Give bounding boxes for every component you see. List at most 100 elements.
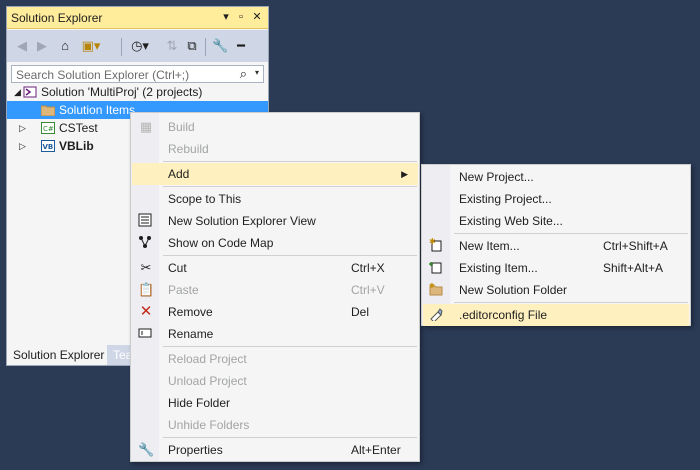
sync-icon[interactable]: ⇅	[165, 38, 179, 54]
menu-item-shortcut: Ctrl+X	[351, 261, 385, 275]
menu-item-cut[interactable]: ✂ Cut Ctrl+X	[132, 257, 418, 279]
collapse-all-icon[interactable]: ⧉	[185, 38, 199, 54]
existing-item-icon	[429, 260, 445, 276]
menu-item-existing-web-site[interactable]: Existing Web Site...	[423, 210, 689, 232]
menu-item-label: Reload Project	[168, 352, 247, 366]
submenu-arrow-icon: ▶	[401, 169, 408, 179]
menu-item-shortcut: Ctrl+V	[351, 283, 385, 297]
editorconfig-icon	[429, 307, 445, 323]
paste-icon: 📋	[138, 282, 155, 297]
menu-item-label: Unload Project	[168, 374, 247, 388]
maximize-icon[interactable]: ▫	[234, 10, 248, 24]
menu-item-label: Existing Web Site...	[459, 214, 563, 228]
menu-item-label: Build	[168, 120, 195, 134]
menu-item-rebuild[interactable]: Rebuild	[132, 138, 418, 160]
vb-project-icon: VB	[41, 140, 55, 152]
menu-item-new-se-view[interactable]: New Solution Explorer View	[132, 210, 418, 232]
forward-icon[interactable]: ▶	[35, 38, 49, 54]
menu-item-label: Cut	[168, 261, 187, 275]
menu-item-label: Paste	[168, 283, 199, 297]
tree-node-label: Solution Items	[59, 103, 136, 117]
menu-item-label: Rebuild	[168, 142, 209, 156]
menu-item-properties[interactable]: 🔧 Properties Alt+Enter	[132, 439, 418, 461]
menu-item-label: Add	[168, 167, 190, 181]
toolbar: ◀ ▶ ⌂ ▣▾ ◷▾ ⇅ ⧉ 🔧 ━	[7, 30, 268, 62]
new-folder-icon: ✱	[429, 282, 445, 298]
menu-item-rename[interactable]: Rename	[132, 323, 418, 345]
properties-wrench-icon[interactable]: 🔧	[212, 38, 228, 54]
menu-item-label: Remove	[168, 305, 213, 319]
search-icon[interactable]: ⌕	[240, 66, 247, 82]
menu-item-label: New Project...	[459, 170, 534, 184]
code-map-icon	[138, 235, 154, 251]
menu-item-label: New Solution Folder	[459, 283, 568, 297]
menu-item-label: Unhide Folders	[168, 418, 250, 432]
csharp-project-icon: C#	[41, 122, 55, 134]
home-icon[interactable]: ⌂	[57, 38, 73, 54]
dropdown-icon[interactable]: ▾	[219, 10, 233, 24]
menu-item-existing-item[interactable]: Existing Item... Shift+Alt+A	[423, 257, 689, 279]
search-input[interactable]: Search Solution Explorer (Ctrl+;)	[16, 68, 189, 82]
menu-item-scope-to-this[interactable]: Scope to This	[132, 188, 418, 210]
menu-item-remove[interactable]: ✕ Remove Del	[132, 301, 418, 323]
menu-item-paste[interactable]: 📋 Paste Ctrl+V	[132, 279, 418, 301]
menu-item-build[interactable]: ▦ Build	[132, 116, 418, 138]
menu-item-label: Existing Item...	[459, 261, 538, 275]
pending-changes-filter-icon[interactable]: ◷▾	[129, 38, 151, 54]
pin-icon[interactable]: ━	[233, 38, 249, 54]
menu-item-editorconfig[interactable]: .editorconfig File	[423, 304, 689, 326]
new-item-icon: ✱	[429, 238, 445, 254]
close-icon[interactable]: ✕	[250, 10, 264, 24]
menu-item-label: Hide Folder	[168, 396, 231, 410]
menu-separator	[163, 161, 417, 162]
solution-icon	[23, 86, 37, 98]
menu-item-show-on-code-map[interactable]: Show on Code Map	[132, 232, 418, 254]
menu-item-new-project[interactable]: New Project...	[423, 166, 689, 188]
menu-item-label: Scope to This	[168, 192, 242, 206]
menu-item-hide-folder[interactable]: Hide Folder	[132, 392, 418, 414]
menu-item-add[interactable]: Add ▶	[132, 163, 418, 185]
tree-node-vblib[interactable]: ▷ VB VBLib	[7, 137, 137, 155]
toolbar-separator	[121, 38, 122, 56]
tree-node-label: Solution 'MultiProj' (2 projects)	[41, 85, 203, 99]
remove-x-icon: ✕	[139, 303, 153, 320]
menu-item-label: .editorconfig File	[459, 308, 548, 322]
tree-node-cstest[interactable]: ▷ C# CSTest	[7, 119, 137, 137]
menu-item-existing-project[interactable]: Existing Project...	[423, 188, 689, 210]
menu-item-new-solution-folder[interactable]: ✱ New Solution Folder	[423, 279, 689, 301]
folder-icon	[41, 104, 55, 116]
tree-node-label: VBLib	[59, 139, 94, 153]
expand-icon[interactable]: ▷	[19, 137, 29, 155]
switch-views-icon[interactable]: ▣▾	[81, 38, 101, 54]
menu-item-unload-project[interactable]: Unload Project	[132, 370, 418, 392]
svg-text:✱: ✱	[429, 282, 435, 290]
menu-item-unhide-folders[interactable]: Unhide Folders	[132, 414, 418, 436]
menu-item-new-item[interactable]: ✱ New Item... Ctrl+Shift+A	[423, 235, 689, 257]
toolbar-separator	[205, 38, 206, 56]
svg-text:VB: VB	[43, 143, 54, 151]
menu-item-label: Properties	[168, 443, 223, 457]
menu-separator	[163, 186, 417, 187]
menu-item-label: Show on Code Map	[168, 236, 274, 250]
svg-text:✱: ✱	[429, 238, 436, 246]
menu-item-shortcut: Del	[351, 305, 370, 319]
search-box[interactable]: Search Solution Explorer (Ctrl+;) ⌕ ▾	[11, 65, 264, 83]
search-options-icon[interactable]: ▾	[255, 68, 259, 77]
menu-item-label: New Solution Explorer View	[168, 214, 316, 228]
menu-item-shortcut: Alt+Enter	[351, 443, 401, 457]
menu-item-shortcut: Shift+Alt+A	[603, 261, 664, 275]
window-title: Solution Explorer	[11, 11, 103, 25]
window-title-bar[interactable]: Solution Explorer ▾ ▫ ✕	[7, 7, 268, 29]
back-icon[interactable]: ◀	[15, 38, 29, 54]
menu-item-shortcut: Ctrl+Shift+A	[603, 239, 668, 253]
tree-node-solution[interactable]: ◢ Solution 'MultiProj' (2 projects)	[7, 83, 268, 101]
new-view-icon	[138, 213, 154, 229]
rename-icon	[138, 326, 154, 342]
expand-icon[interactable]: ▷	[19, 119, 29, 137]
menu-item-reload-project[interactable]: Reload Project	[132, 348, 418, 370]
menu-separator	[163, 255, 417, 256]
menu-item-label: Rename	[168, 327, 214, 341]
tab-solution-explorer[interactable]: Solution Explorer	[7, 345, 107, 365]
menu-item-label: Existing Project...	[459, 192, 552, 206]
menu-item-label: New Item...	[459, 239, 520, 253]
